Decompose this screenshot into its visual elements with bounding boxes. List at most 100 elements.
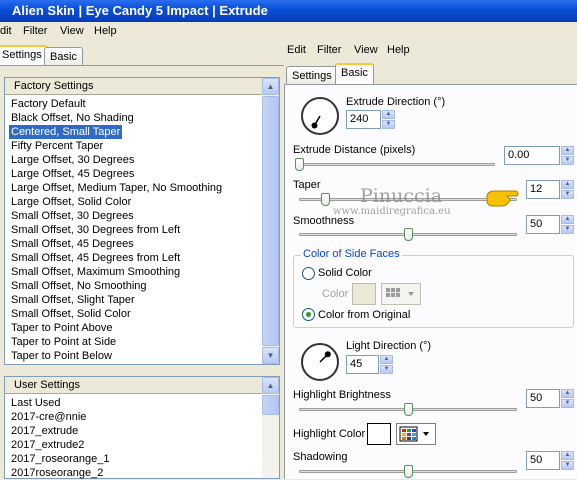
color-from-original-radio[interactable]: [302, 308, 315, 321]
spin-down-icon[interactable]: ▼: [561, 399, 574, 408]
tab-divider: [0, 65, 284, 66]
solid-color-radio[interactable]: [302, 267, 315, 280]
taper-spinner[interactable]: ▲ ▼: [561, 180, 574, 199]
shadowing-slider-thumb[interactable]: [404, 465, 413, 478]
spin-up-icon[interactable]: ▲: [561, 389, 574, 398]
user-settings-list[interactable]: User Settings Last Used 2017-cre@nnie 2017…: [4, 376, 280, 479]
spin-down-icon[interactable]: ▼: [561, 190, 574, 199]
side-face-color-swatch[interactable]: [352, 283, 376, 305]
scroll-down-icon[interactable]: ▼: [262, 347, 279, 364]
spin-down-icon[interactable]: ▼: [561, 461, 574, 470]
taper-label: Taper: [293, 179, 321, 191]
scroll-up-icon[interactable]: ▲: [262, 78, 279, 95]
spin-down-icon[interactable]: ▼: [561, 156, 574, 165]
extrude-distance-input[interactable]: 0.00: [504, 146, 560, 165]
menu-view[interactable]: View: [354, 44, 378, 56]
highlight-brightness-label: Highlight Brightness: [293, 389, 391, 401]
scroll-thumb[interactable]: [262, 96, 279, 346]
factory-preset-item[interactable]: Small Offset, Slight Taper: [9, 293, 137, 307]
color-from-original-label: Color from Original: [318, 309, 411, 321]
shadowing-input[interactable]: 50: [526, 451, 560, 470]
spin-down-icon[interactable]: ▼: [380, 365, 393, 374]
factory-preset-item[interactable]: Small Offset, 30 Degrees from Left: [9, 223, 182, 237]
tab-settings[interactable]: Settings: [286, 66, 338, 85]
extrude-direction-label: Extrude Direction (°): [346, 96, 446, 108]
extrude-distance-track[interactable]: [299, 163, 495, 166]
title-bar: Alien Skin | Eye Candy 5 Impact | Extrud…: [0, 0, 577, 22]
user-preset-item[interactable]: 2017_extrude2: [9, 438, 86, 452]
spin-down-icon[interactable]: ▼: [561, 225, 574, 234]
factory-preset-item[interactable]: Small Offset, 30 Degrees: [9, 209, 136, 223]
spin-up-icon[interactable]: ▲: [561, 451, 574, 460]
scroll-up-icon[interactable]: ▲: [262, 377, 279, 394]
extrude-distance-slider-thumb[interactable]: [295, 158, 304, 171]
highlight-color-label: Highlight Color: [293, 428, 366, 440]
watermark-name: Pinuccia: [360, 185, 443, 207]
basic-tab-panel: Extrude Direction (°) 240 ▲ ▼ Extrude Di…: [284, 84, 577, 479]
highlight-color-swatch[interactable]: [367, 423, 391, 445]
factory-preset-item[interactable]: Taper to Point Below: [9, 349, 114, 363]
factory-preset-item[interactable]: Large Offset, 45 Degrees: [9, 167, 136, 181]
user-preset-item[interactable]: 2017_extrude: [9, 424, 80, 438]
spin-up-icon[interactable]: ▲: [561, 215, 574, 224]
factory-preset-item[interactable]: Large Offset, Medium Taper, No Smoothing: [9, 181, 224, 195]
taper-input[interactable]: 12: [526, 180, 560, 199]
light-direction-dial[interactable]: [301, 343, 339, 381]
factory-preset-item[interactable]: Large Offset, 30 Degrees: [9, 153, 136, 167]
light-direction-label: Light Direction (°): [346, 340, 432, 352]
factory-preset-item[interactable]: Small Offset, No Smoothing: [9, 279, 149, 293]
spin-up-icon[interactable]: ▲: [380, 355, 393, 364]
factory-settings-list[interactable]: Factory Settings Factory Default Black Of…: [4, 77, 280, 365]
menu-edit[interactable]: dit: [0, 25, 12, 37]
light-direction-spinner[interactable]: ▲ ▼: [380, 355, 393, 374]
highlight-brightness-slider-thumb[interactable]: [404, 403, 413, 416]
spin-down-icon[interactable]: ▼: [382, 120, 395, 129]
user-scrollbar[interactable]: ▲: [262, 377, 279, 478]
spin-up-icon[interactable]: ▲: [382, 110, 395, 119]
tab-settings[interactable]: Settings: [0, 45, 48, 66]
spin-up-icon[interactable]: ▲: [561, 180, 574, 189]
menu-edit[interactable]: Edit: [287, 44, 306, 56]
menu-filter[interactable]: Filter: [317, 44, 341, 56]
smoothness-slider-thumb[interactable]: [404, 228, 413, 241]
factory-preset-item[interactable]: Small Offset, 45 Degrees from Left: [9, 251, 182, 265]
user-preset-item[interactable]: Last Used: [9, 396, 63, 410]
highlight-color-dropdown[interactable]: [396, 423, 436, 445]
taper-slider-thumb[interactable]: [321, 193, 331, 206]
factory-preset-item[interactable]: Small Offset, Maximum Smoothing: [9, 265, 182, 279]
highlight-brightness-input[interactable]: 50: [526, 389, 560, 408]
scroll-thumb[interactable]: [262, 395, 279, 415]
tab-basic[interactable]: Basic: [335, 63, 374, 84]
pointing-hand-icon: [486, 190, 519, 207]
factory-preset-item[interactable]: Factory Default: [9, 97, 88, 111]
menu-view[interactable]: View: [60, 25, 84, 37]
factory-preset-item[interactable]: Small Offset, Solid Color: [9, 307, 133, 321]
shadowing-spinner[interactable]: ▲ ▼: [561, 451, 574, 470]
factory-preset-item[interactable]: Taper to Point Above: [9, 321, 115, 335]
factory-preset-item[interactable]: Large Offset, Solid Color: [9, 195, 133, 209]
extrude-direction-input[interactable]: 240: [346, 110, 381, 129]
smoothness-input[interactable]: 50: [526, 215, 560, 234]
factory-preset-item[interactable]: Black Offset, No Shading: [9, 111, 136, 125]
factory-preset-item[interactable]: Small Offset, 45 Degrees: [9, 237, 136, 251]
tab-basic[interactable]: Basic: [44, 47, 83, 66]
factory-settings-header: Factory Settings: [5, 78, 262, 95]
menu-help[interactable]: Help: [94, 25, 117, 37]
factory-preset-item[interactable]: Centered, Small Taper: [9, 125, 123, 139]
factory-preset-item[interactable]: Taper to Point at Side: [9, 335, 118, 349]
smoothness-spinner[interactable]: ▲ ▼: [561, 215, 574, 234]
light-direction-input[interactable]: 45: [346, 355, 379, 374]
user-preset-item[interactable]: 2017-cre@nnie: [9, 410, 88, 424]
extrude-direction-dial[interactable]: [301, 97, 339, 135]
highlight-brightness-spinner[interactable]: ▲ ▼: [561, 389, 574, 408]
factory-preset-item[interactable]: Fifty Percent Taper: [9, 139, 105, 153]
user-preset-item[interactable]: 2017roseorange_2: [9, 466, 105, 480]
side-face-color-dropdown[interactable]: [381, 283, 421, 305]
menu-help[interactable]: Help: [387, 44, 410, 56]
user-preset-item[interactable]: 2017_roseorange_1: [9, 452, 111, 466]
factory-scrollbar[interactable]: ▲ ▼: [262, 78, 279, 364]
extrude-distance-spinner[interactable]: ▲ ▼: [561, 146, 574, 165]
spin-up-icon[interactable]: ▲: [561, 146, 574, 155]
extrude-direction-spinner[interactable]: ▲ ▼: [382, 110, 395, 129]
menu-filter[interactable]: Filter: [23, 25, 47, 37]
